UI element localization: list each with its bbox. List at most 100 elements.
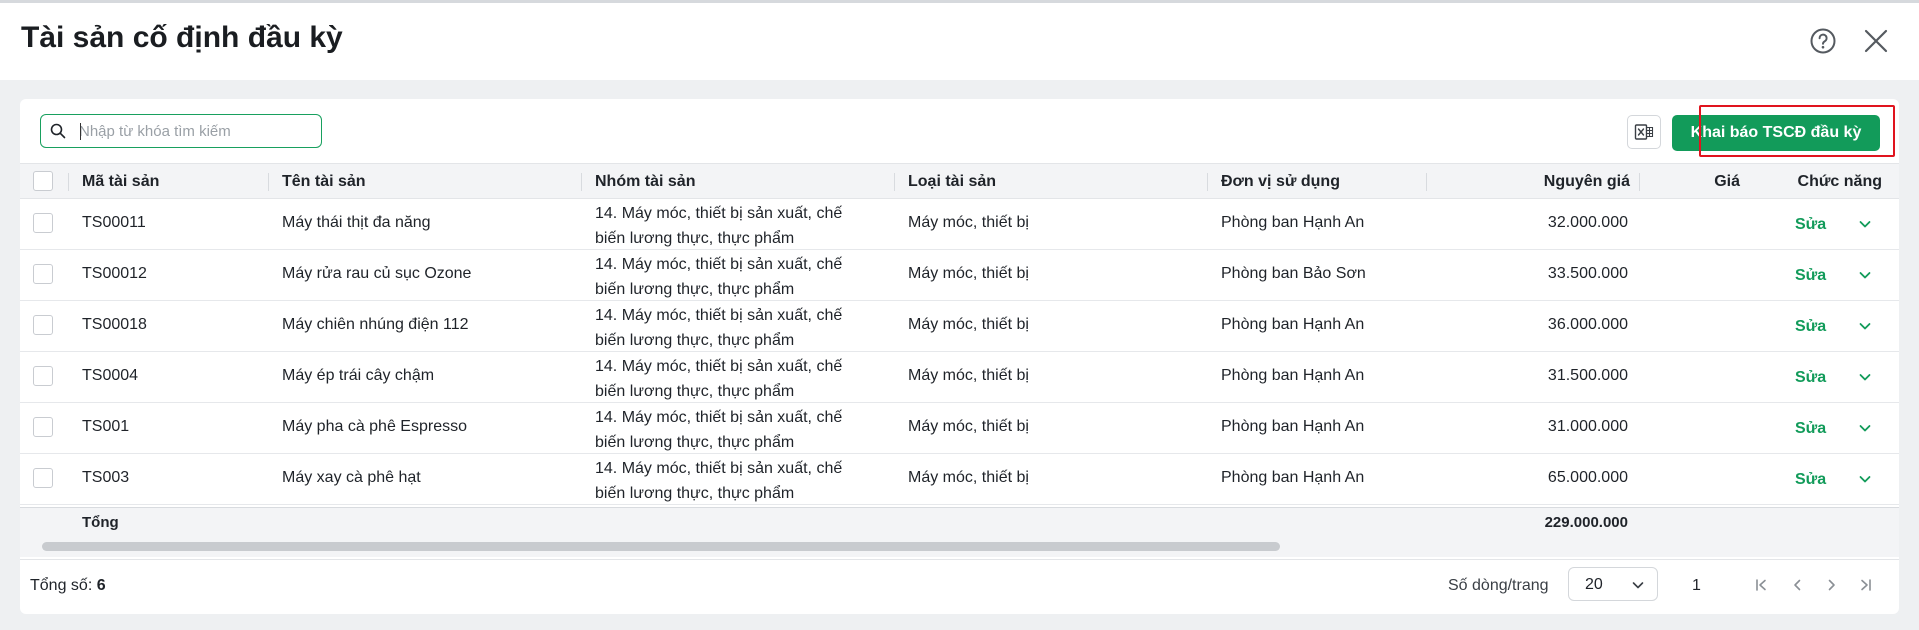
asset-code: TS00018	[82, 316, 147, 333]
total-count-label: Tổng số:	[30, 577, 93, 594]
table-row[interactable]: TS00011 Máy thái thịt đa năng 14. Máy mó…	[20, 199, 1899, 250]
table-row[interactable]: TS001 Máy pha cà phê Espresso 14. Máy mó…	[20, 403, 1899, 454]
page-title: Tài sản cố định đầu kỳ	[21, 21, 343, 54]
edit-link[interactable]: Sửa	[1795, 267, 1826, 285]
column-divider	[268, 173, 269, 191]
asset-code: TS003	[82, 469, 130, 486]
asset-group-line: biến lương thực, thực phẩm	[595, 485, 795, 502]
asset-group-line: 14. Máy móc, thiết bị sản xuất, chế	[595, 358, 843, 375]
chevron-down-icon[interactable]	[1857, 471, 1873, 487]
column-header-type[interactable]: Loại tài sản	[908, 164, 996, 200]
row-checkbox[interactable]	[33, 468, 53, 488]
asset-group: 14. Máy móc, thiết bị sản xuất, chế biến …	[595, 201, 885, 251]
asset-code: TS001	[82, 418, 130, 435]
export-excel-button[interactable]	[1627, 115, 1661, 149]
asset-cost: 32.000.000	[1547, 214, 1628, 231]
edit-link[interactable]: Sửa	[1795, 216, 1826, 234]
column-header-cost[interactable]: Nguyên giá	[1440, 164, 1630, 200]
select-all-checkbox[interactable]	[33, 171, 53, 191]
row-checkbox[interactable]	[33, 417, 53, 437]
total-label: Tổng	[82, 514, 119, 531]
edit-link[interactable]: Sửa	[1795, 420, 1826, 438]
column-header-group[interactable]: Nhóm tài sản	[595, 164, 695, 200]
horizontal-scrollbar[interactable]	[20, 536, 1899, 557]
asset-code: TS00012	[82, 265, 147, 282]
rows-per-page-label: Số dòng/trang	[1448, 577, 1549, 594]
close-icon[interactable]	[1862, 27, 1890, 55]
asset-type: Máy móc, thiết bị	[908, 367, 1029, 384]
chevron-down-icon	[1632, 582, 1644, 589]
asset-group: 14. Máy móc, thiết bị sản xuất, chế biến …	[595, 303, 885, 353]
edit-link[interactable]: Sửa	[1795, 471, 1826, 489]
asset-code: TS0004	[82, 367, 139, 384]
asset-name: Máy pha cà phê Espresso	[282, 418, 467, 435]
column-divider	[581, 173, 582, 191]
row-checkbox[interactable]	[33, 366, 53, 386]
first-page-icon[interactable]	[1753, 577, 1769, 593]
asset-unit: Phòng ban Hạnh An	[1221, 316, 1365, 333]
rows-per-page-value: 20	[1585, 576, 1603, 593]
asset-group-line: biến lương thực, thực phẩm	[595, 332, 795, 349]
table-total-row: Tổng 229.000.000	[20, 507, 1899, 536]
asset-group-line: 14. Máy móc, thiết bị sản xuất, chế	[595, 205, 843, 222]
column-header-code[interactable]: Mã tài sản	[82, 164, 159, 200]
page-header: Tài sản cố định đầu kỳ	[0, 3, 1919, 80]
asset-cost: 33.500.000	[1547, 265, 1628, 282]
column-header-unit[interactable]: Đơn vị sử dụng	[1221, 164, 1340, 200]
asset-unit: Phòng ban Bảo Sơn	[1221, 265, 1366, 282]
chevron-down-icon[interactable]	[1857, 420, 1873, 436]
asset-name: Máy rửa rau củ sục Ozone	[282, 265, 472, 282]
chevron-down-icon[interactable]	[1857, 216, 1873, 232]
edit-link[interactable]: Sửa	[1795, 369, 1826, 387]
chevron-down-icon[interactable]	[1857, 267, 1873, 283]
table-row[interactable]: TS003 Máy xay cà phê hạt 14. Máy móc, th…	[20, 454, 1899, 505]
table-row[interactable]: TS00018 Máy chiên nhúng điện 112 14. Máy…	[20, 301, 1899, 352]
table-row[interactable]: TS0004 Máy ép trái cây chậm 14. Máy móc,…	[20, 352, 1899, 403]
column-header-price[interactable]: Giá	[1640, 164, 1740, 200]
search-box[interactable]	[40, 114, 322, 148]
asset-group-line: biến lương thực, thực phẩm	[595, 383, 795, 400]
next-page-icon[interactable]	[1824, 577, 1840, 593]
table-row[interactable]: TS00012 Máy rửa rau củ sục Ozone 14. Máy…	[20, 250, 1899, 301]
asset-list-card: Khai báo TSCĐ đầu kỳ Mã tài sản Tên tài …	[20, 99, 1899, 614]
edit-link[interactable]: Sửa	[1795, 318, 1826, 336]
row-checkbox[interactable]	[33, 315, 53, 335]
asset-group: 14. Máy móc, thiết bị sản xuất, chế biến …	[595, 405, 885, 455]
current-page[interactable]: 1	[1692, 577, 1701, 595]
chevron-down-icon[interactable]	[1857, 369, 1873, 385]
asset-group-line: 14. Máy móc, thiết bị sản xuất, chế	[595, 409, 843, 426]
column-divider	[894, 173, 895, 191]
asset-cost: 31.500.000	[1547, 367, 1628, 384]
asset-name: Máy thái thịt đa năng	[282, 214, 431, 231]
asset-unit: Phòng ban Hạnh An	[1221, 469, 1365, 486]
chevron-down-icon[interactable]	[1857, 318, 1873, 334]
asset-type: Máy móc, thiết bị	[908, 214, 1029, 231]
asset-group-line: 14. Máy móc, thiết bị sản xuất, chế	[595, 460, 843, 477]
asset-cost: 31.000.000	[1547, 418, 1628, 435]
help-circle-icon[interactable]	[1809, 27, 1837, 55]
search-input[interactable]	[79, 120, 314, 142]
asset-name: Máy chiên nhúng điện 112	[282, 316, 469, 333]
table-header: Mã tài sản Tên tài sản Nhóm tài sản Loại…	[20, 163, 1899, 199]
asset-cost: 65.000.000	[1547, 469, 1628, 486]
total-cost: 229.000.000	[1544, 514, 1628, 531]
asset-type: Máy móc, thiết bị	[908, 418, 1029, 435]
asset-group-line: 14. Máy móc, thiết bị sản xuất, chế	[595, 256, 843, 273]
asset-code: TS00011	[82, 214, 146, 231]
asset-type: Máy móc, thiết bị	[908, 316, 1029, 333]
asset-group-line: 14. Máy móc, thiết bị sản xuất, chế	[595, 307, 843, 324]
asset-group: 14. Máy móc, thiết bị sản xuất, chế biến …	[595, 252, 885, 302]
last-page-icon[interactable]	[1858, 577, 1874, 593]
scrollbar-thumb[interactable]	[42, 542, 1280, 551]
asset-group: 14. Máy móc, thiết bị sản xuất, chế biến …	[595, 456, 885, 506]
asset-unit: Phòng ban Hạnh An	[1221, 214, 1365, 231]
row-checkbox[interactable]	[33, 213, 53, 233]
row-checkbox[interactable]	[33, 264, 53, 284]
search-icon	[50, 123, 66, 139]
asset-unit: Phòng ban Hạnh An	[1221, 418, 1365, 435]
rows-per-page-select[interactable]: 20	[1568, 567, 1658, 601]
asset-name: Máy xay cà phê hạt	[282, 469, 421, 486]
column-header-name[interactable]: Tên tài sản	[282, 164, 366, 200]
asset-group-line: biến lương thực, thực phẩm	[595, 434, 795, 451]
prev-page-icon[interactable]	[1789, 577, 1805, 593]
